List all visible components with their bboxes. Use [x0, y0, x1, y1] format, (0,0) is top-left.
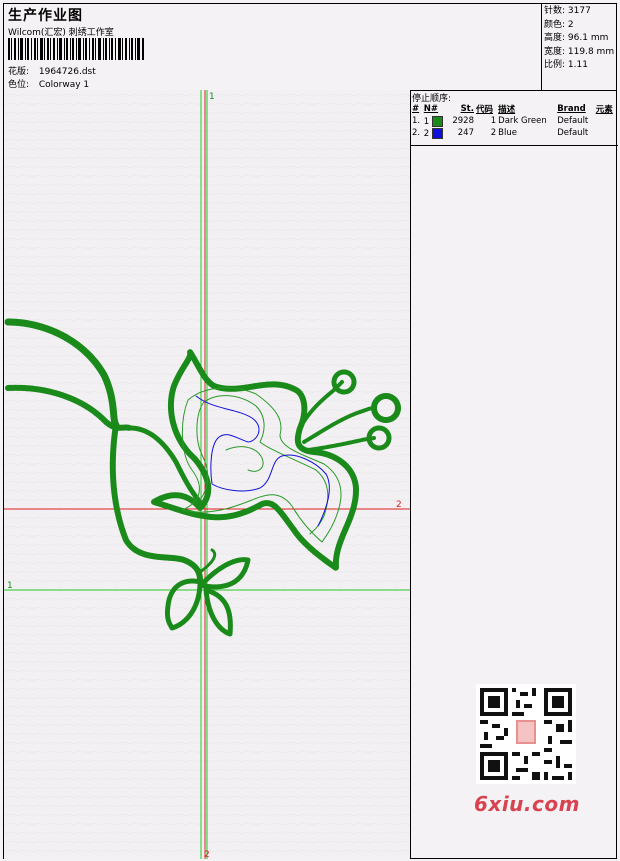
col-index: # [412, 104, 420, 114]
design-label: 花版: [8, 67, 30, 77]
colorway-label: 色位: [8, 80, 30, 90]
table-row: 1. 1 2928 1 Dark Green Default [411, 115, 617, 127]
row-code: 1 [490, 116, 497, 126]
stop-sequence-header: # N# St. 代码 描述 Brand 元素 [411, 103, 617, 115]
stat-colors: 颜色: 2 [544, 19, 574, 30]
row-n: 1 [423, 115, 448, 127]
qr-code-icon [476, 684, 576, 784]
embroidery-design: 1 1 2 2 [4, 90, 410, 859]
row-element [595, 127, 617, 139]
row-stitches: 2928 [452, 116, 474, 126]
row-n: 2 [423, 127, 448, 139]
colorway-line: 色位: Colorway 1 [8, 77, 89, 90]
design-value: 1964726.dst [38, 67, 96, 77]
watermark-text: 6xiu.com [474, 792, 580, 816]
sheet-title: 生产作业图 [8, 8, 83, 24]
row-code: 2 [490, 128, 497, 138]
col-brand: Brand [557, 104, 586, 114]
colorway-value: Colorway 1 [38, 80, 90, 90]
row-element [595, 115, 617, 127]
col-element: 元素 [595, 105, 613, 115]
axis-label-red-bottom: 2 [204, 850, 210, 859]
barcode-icon [8, 38, 144, 60]
row-index: 2. [412, 128, 421, 138]
stat-scale: 比例: 1.11 [544, 60, 588, 70]
axis-label-green-left: 1 [7, 581, 13, 591]
design-line: 花版: 1964726.dst [8, 64, 96, 77]
sheet-header: 生产作业图 Wilcom(汇宏) 刺绣工作室 花版: 1964726.dst 色… [4, 4, 616, 91]
stat-stitches: 针数: 3177 [544, 6, 591, 16]
company-name: Wilcom(汇宏) 刺绣工作室 [8, 28, 114, 38]
color-swatch [431, 115, 443, 127]
design-canvas: 1 1 2 2 [4, 90, 411, 859]
stat-height: 高度: 96.1 mm [544, 33, 609, 43]
col-code: 代码 [475, 105, 493, 115]
col-n: N# [423, 104, 439, 114]
stop-sequence-table: # N# St. 代码 描述 Brand 元素 1. 1 2928 1 Dark… [411, 103, 617, 139]
production-sheet: 生产作业图 Wilcom(汇宏) 刺绣工作室 花版: 1964726.dst 色… [3, 3, 618, 859]
col-stitches: St. [460, 104, 474, 114]
panel-divider [410, 145, 618, 146]
row-desc: Dark Green [498, 116, 547, 126]
row-brand: Default [557, 116, 589, 126]
table-row: 2. 2 247 2 Blue Default [411, 127, 617, 139]
color-swatch [431, 127, 443, 139]
col-desc: 描述 [498, 105, 516, 115]
row-stitches: 247 [457, 128, 474, 138]
stat-width: 宽度: 119.8 mm [544, 46, 615, 57]
stop-sequence-panel: 停止顺序: # N# St. 代码 描述 Brand 元素 1. 1 2928 [410, 90, 618, 859]
axis-label-red-right: 2 [396, 500, 402, 510]
design-stats: 针数: 3177 颜色: 2 高度: 96.1 mm 宽度: 119.8 mm … [541, 4, 618, 90]
row-desc: Blue [498, 128, 517, 138]
row-index: 1. [412, 116, 421, 126]
row-brand: Default [557, 128, 589, 138]
axis-label-green-top: 1 [209, 92, 215, 102]
